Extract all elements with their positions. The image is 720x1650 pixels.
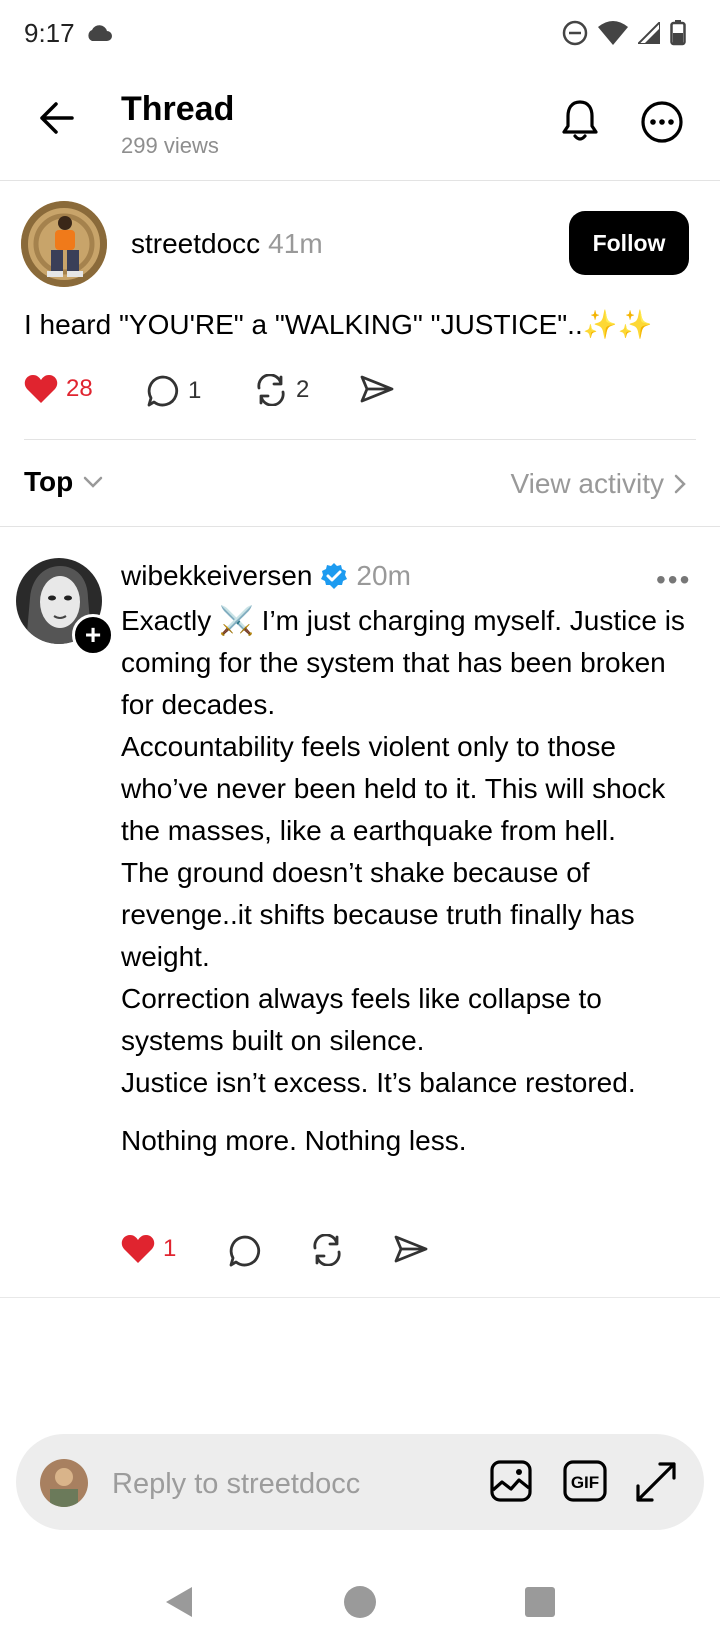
- repost-icon: [313, 1234, 341, 1266]
- reply-author: wibekkeiversen 20m: [121, 560, 411, 592]
- post-divider: [24, 439, 696, 440]
- reply-input[interactable]: [112, 1464, 472, 1504]
- repost-icon: [257, 374, 285, 406]
- expand-icon[interactable]: [634, 1460, 678, 1509]
- post-text: I heard "YOU'RE" a "WALKING" "JUSTICE"..…: [24, 309, 653, 340]
- battery-icon: [670, 20, 686, 46]
- reply-like-count: 1: [163, 1235, 177, 1262]
- follow-button[interactable]: Follow: [569, 211, 689, 275]
- avatar[interactable]: [21, 201, 107, 287]
- reply-body: Exactly ⚔️ I’m just charging myself. Jus…: [121, 605, 685, 1098]
- sort-dropdown[interactable]: Top: [24, 466, 103, 498]
- signal-icon: [638, 22, 660, 44]
- send-icon: [394, 1235, 428, 1263]
- section-divider: [0, 526, 720, 527]
- status-time: 9:17: [24, 18, 75, 48]
- reply-share-button[interactable]: [394, 1234, 428, 1264]
- nav-back-icon[interactable]: [164, 1585, 194, 1624]
- reply-more-icon[interactable]: •••: [656, 564, 691, 596]
- chevron-right-icon: [674, 474, 686, 494]
- nav-recents-icon[interactable]: [525, 1587, 555, 1622]
- repost-count: 2: [296, 376, 310, 403]
- image-icon[interactable]: [489, 1459, 533, 1508]
- reply-divider: [0, 1297, 720, 1298]
- header-divider: [0, 180, 720, 181]
- reply-repost-button[interactable]: [310, 1234, 344, 1266]
- comment-count: 1: [188, 377, 202, 404]
- reply-like-button[interactable]: 1: [121, 1234, 176, 1264]
- svg-text:GIF: GIF: [571, 1473, 599, 1492]
- sort-label: Top: [24, 466, 74, 497]
- send-icon: [360, 375, 394, 403]
- post-username[interactable]: streetdocc: [131, 228, 260, 259]
- view-activity-label: View activity: [510, 468, 664, 499]
- chevron-down-icon: [83, 476, 103, 488]
- my-avatar: [40, 1459, 88, 1507]
- reply-text: Exactly ⚔️ I’m just charging myself. Jus…: [121, 600, 701, 1162]
- status-icons: [562, 20, 686, 46]
- more-options-icon[interactable]: [640, 100, 684, 149]
- reply-username[interactable]: wibekkeiversen: [121, 560, 312, 592]
- reply-time: 20m: [356, 560, 411, 591]
- share-button[interactable]: [360, 374, 394, 404]
- like-button[interactable]: 28: [24, 374, 93, 404]
- dnd-icon: [562, 20, 588, 46]
- gif-icon[interactable]: GIF: [563, 1460, 607, 1507]
- wifi-icon: [598, 21, 628, 45]
- reply-closing: Nothing more. Nothing less.: [121, 1125, 467, 1156]
- heart-icon: [121, 1235, 155, 1263]
- page-title: Thread: [121, 90, 235, 128]
- comment-button[interactable]: 1: [146, 374, 201, 408]
- post-time: 41m: [268, 228, 323, 259]
- view-activity-link[interactable]: View activity: [510, 468, 686, 500]
- repost-button[interactable]: 2: [254, 374, 309, 406]
- reply-comment-button[interactable]: [228, 1234, 262, 1268]
- comment-icon: [147, 375, 179, 407]
- nav-home-icon[interactable]: [343, 1585, 377, 1624]
- heart-icon: [24, 375, 58, 403]
- follow-plus-icon[interactable]: +: [72, 614, 114, 656]
- view-count: 299 views: [121, 133, 219, 158]
- cloud-icon: [86, 24, 112, 47]
- bell-icon[interactable]: [560, 98, 600, 149]
- post-author: streetdocc 41m: [131, 228, 323, 260]
- comment-icon: [229, 1235, 261, 1267]
- like-count: 28: [66, 375, 93, 402]
- verified-badge-icon: [321, 563, 348, 589]
- back-arrow-icon[interactable]: [36, 100, 76, 141]
